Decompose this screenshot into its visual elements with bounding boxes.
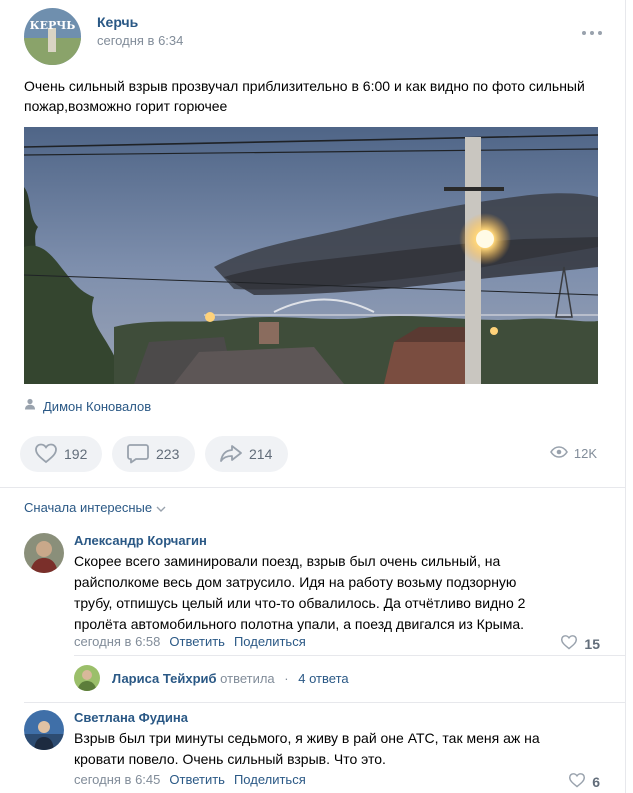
post-actions: 192 223 214 [20,436,288,472]
reply-verb: ответила [220,670,275,686]
reply-button[interactable]: Ответить [169,634,225,649]
like-count: 192 [64,446,88,462]
comment-divider [24,702,626,703]
commenter-name[interactable]: Светлана Фудина [74,710,188,725]
comment-text: Взрыв был три минуты седьмого, я живу в … [74,730,540,767]
comment-count: 223 [156,446,180,462]
views-counter: 12K [549,446,597,461]
chevron-down-icon [156,500,166,515]
post-author[interactable]: Димон Коновалов [24,397,151,415]
user-icon [24,397,36,415]
heart-icon [34,442,58,467]
share-count: 214 [249,446,273,462]
reply-separator: · [284,670,289,686]
post-header: КЕРЧЬ Керчь сегодня в 6:34 [24,8,604,65]
views-count: 12K [573,446,597,461]
group-avatar[interactable]: КЕРЧЬ [24,8,81,65]
comment-like-count: 15 [584,635,600,652]
group-avatar-text: КЕРЧЬ [30,19,76,32]
comment-time[interactable]: сегодня в 6:58 [74,634,160,649]
commenter-avatar[interactable] [24,710,64,750]
comment-item: Александр Корчагин Скорее всего заминиро… [24,533,604,655]
heart-icon [560,634,578,653]
comment-meta: сегодня в 6:58 Ответить Поделиться [74,634,306,649]
comment-time[interactable]: сегодня в 6:45 [74,772,160,787]
eye-icon [549,446,568,461]
commenter-avatar[interactable] [24,533,64,573]
reply-avatar[interactable] [74,665,100,691]
share-icon [219,442,243,467]
commenter-name[interactable]: Александр Корчагин [74,533,207,548]
comment-like-count: 6 [592,773,600,790]
reply-thread[interactable]: Лариса Тейхриб ответила · 4 ответа [74,664,349,692]
reply-button[interactable]: Ответить [169,772,225,787]
share-link[interactable]: Поделиться [234,772,306,787]
comment-button[interactable]: 223 [112,436,195,472]
like-button[interactable]: 192 [20,436,102,472]
share-button[interactable]: 214 [205,436,288,472]
post-time[interactable]: сегодня в 6:34 [97,33,183,48]
comment-meta: сегодня в 6:45 Ответить Поделиться [74,772,306,787]
group-name[interactable]: Керчь [97,14,138,30]
comment-divider [74,655,626,656]
comment-like-button[interactable]: 15 [560,634,600,653]
comment-icon [126,442,150,467]
post-author-name[interactable]: Димон Коновалов [43,399,151,414]
more-options-icon[interactable] [580,26,604,40]
comment-item: Светлана Фудина Взрыв был три минуты сед… [24,710,604,793]
reply-count-link[interactable]: 4 ответа [298,671,348,686]
sort-label[interactable]: Сначала интересные [24,500,152,515]
comment-like-button[interactable]: 6 [568,772,600,791]
heart-icon [568,772,586,791]
post-card: КЕРЧЬ Керчь сегодня в 6:34 Очень сильный… [0,0,626,793]
post-photo[interactable] [24,127,598,384]
reply-author-name[interactable]: Лариса Тейхриб [112,671,217,686]
comment-text: Скорее всего заминировали поезд, взрыв б… [74,553,526,632]
section-divider [0,487,626,488]
share-link[interactable]: Поделиться [234,634,306,649]
post-text: Очень сильный взрыв прозвучал приблизите… [24,78,585,114]
comments-sort-dropdown[interactable]: Сначала интересные [24,500,166,515]
